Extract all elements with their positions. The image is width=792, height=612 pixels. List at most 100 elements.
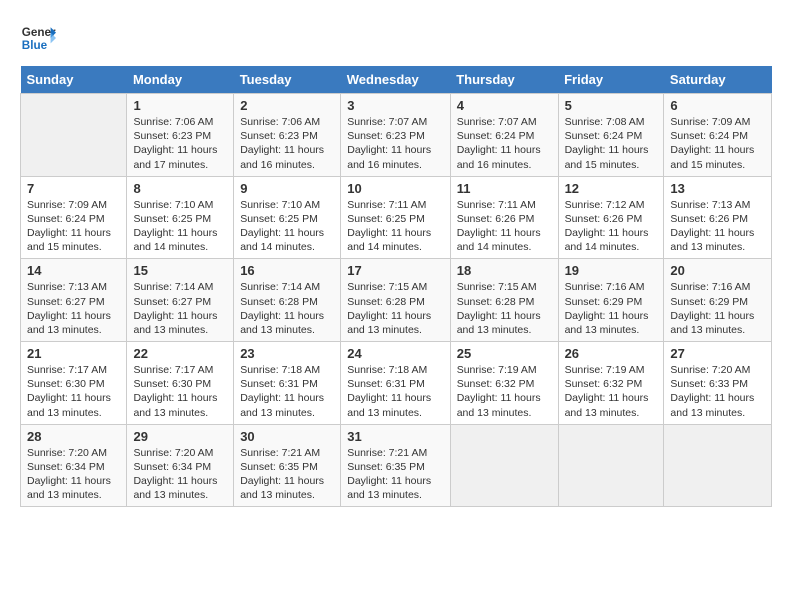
day-info: Sunrise: 7:07 AM Sunset: 6:23 PM Dayligh… (347, 115, 443, 172)
day-info: Sunrise: 7:20 AM Sunset: 6:34 PM Dayligh… (133, 446, 227, 503)
day-info: Sunrise: 7:21 AM Sunset: 6:35 PM Dayligh… (347, 446, 443, 503)
day-info: Sunrise: 7:21 AM Sunset: 6:35 PM Dayligh… (240, 446, 334, 503)
day-info: Sunrise: 7:06 AM Sunset: 6:23 PM Dayligh… (133, 115, 227, 172)
day-number: 11 (457, 181, 552, 196)
header-wednesday: Wednesday (341, 66, 450, 94)
logo: General Blue (20, 20, 60, 56)
calendar-day: 26 Sunrise: 7:19 AM Sunset: 6:32 PM Dayli… (558, 342, 664, 425)
day-number: 3 (347, 98, 443, 113)
calendar-day: 5 Sunrise: 7:08 AM Sunset: 6:24 PM Daylig… (558, 94, 664, 177)
calendar-day: 22Sunrise: 7:17 AM Sunset: 6:30 PM Dayli… (127, 342, 234, 425)
day-info: Sunrise: 7:11 AM Sunset: 6:25 PM Dayligh… (347, 198, 443, 255)
day-info: Sunrise: 7:19 AM Sunset: 6:32 PM Dayligh… (457, 363, 552, 420)
day-number: 5 (565, 98, 658, 113)
calendar-day: 12 Sunrise: 7:12 AM Sunset: 6:26 PM Dayli… (558, 176, 664, 259)
calendar-day: 23 Sunrise: 7:18 AM Sunset: 6:31 PM Dayli… (234, 342, 341, 425)
day-number: 21 (27, 346, 120, 361)
day-info: Sunrise: 7:18 AM Sunset: 6:31 PM Dayligh… (347, 363, 443, 420)
day-number: 24 (347, 346, 443, 361)
day-number: 7 (27, 181, 120, 196)
calendar-day: 25 Sunrise: 7:19 AM Sunset: 6:32 PM Dayli… (450, 342, 558, 425)
header-saturday: Saturday (664, 66, 772, 94)
day-number: 28 (27, 429, 120, 444)
calendar-day: 27 Sunrise: 7:20 AM Sunset: 6:33 PM Dayli… (664, 342, 772, 425)
day-info: Sunrise: 7:08 AM Sunset: 6:24 PM Dayligh… (565, 115, 658, 172)
calendar-day (664, 424, 772, 507)
day-number: 29 (133, 429, 227, 444)
day-info: Sunrise: 7:17 AM Sunset: 6:30 PM Dayligh… (27, 363, 120, 420)
svg-text:Blue: Blue (22, 39, 48, 52)
calendar-day: 16 Sunrise: 7:14 AM Sunset: 6:28 PM Dayli… (234, 259, 341, 342)
day-number: 8 (133, 181, 227, 196)
day-info: Sunrise: 7:15 AM Sunset: 6:28 PM Dayligh… (347, 280, 443, 337)
day-info: Sunrise: 7:12 AM Sunset: 6:26 PM Dayligh… (565, 198, 658, 255)
calendar-week-0: 1Sunrise: 7:06 AM Sunset: 6:23 PM Daylig… (21, 94, 772, 177)
day-info: Sunrise: 7:15 AM Sunset: 6:28 PM Dayligh… (457, 280, 552, 337)
day-number: 26 (565, 346, 658, 361)
calendar-day: 20 Sunrise: 7:16 AM Sunset: 6:29 PM Dayli… (664, 259, 772, 342)
day-info: Sunrise: 7:09 AM Sunset: 6:24 PM Dayligh… (27, 198, 120, 255)
calendar-day: 18Sunrise: 7:15 AM Sunset: 6:28 PM Dayli… (450, 259, 558, 342)
day-info: Sunrise: 7:14 AM Sunset: 6:28 PM Dayligh… (240, 280, 334, 337)
calendar-day: 28 Sunrise: 7:20 AM Sunset: 6:34 PM Dayli… (21, 424, 127, 507)
day-info: Sunrise: 7:17 AM Sunset: 6:30 PM Dayligh… (133, 363, 227, 420)
calendar-day: 24 Sunrise: 7:18 AM Sunset: 6:31 PM Dayli… (341, 342, 450, 425)
day-info: Sunrise: 7:10 AM Sunset: 6:25 PM Dayligh… (240, 198, 334, 255)
header-monday: Monday (127, 66, 234, 94)
day-number: 17 (347, 263, 443, 278)
calendar-day (21, 94, 127, 177)
day-number: 10 (347, 181, 443, 196)
calendar-day (450, 424, 558, 507)
header-tuesday: Tuesday (234, 66, 341, 94)
day-number: 31 (347, 429, 443, 444)
day-info: Sunrise: 7:20 AM Sunset: 6:33 PM Dayligh… (670, 363, 765, 420)
calendar-day: 8 Sunrise: 7:10 AM Sunset: 6:25 PM Daylig… (127, 176, 234, 259)
day-info: Sunrise: 7:11 AM Sunset: 6:26 PM Dayligh… (457, 198, 552, 255)
day-info: Sunrise: 7:09 AM Sunset: 6:24 PM Dayligh… (670, 115, 765, 172)
day-number: 15 (133, 263, 227, 278)
calendar-week-3: 21 Sunrise: 7:17 AM Sunset: 6:30 PM Dayli… (21, 342, 772, 425)
day-number: 16 (240, 263, 334, 278)
day-info: Sunrise: 7:19 AM Sunset: 6:32 PM Dayligh… (565, 363, 658, 420)
day-info: Sunrise: 7:07 AM Sunset: 6:24 PM Dayligh… (457, 115, 552, 172)
day-info: Sunrise: 7:13 AM Sunset: 6:27 PM Dayligh… (27, 280, 120, 337)
calendar-day (558, 424, 664, 507)
calendar-day: 21 Sunrise: 7:17 AM Sunset: 6:30 PM Dayli… (21, 342, 127, 425)
calendar-day: 13Sunrise: 7:13 AM Sunset: 6:26 PM Dayli… (664, 176, 772, 259)
day-info: Sunrise: 7:20 AM Sunset: 6:34 PM Dayligh… (27, 446, 120, 503)
calendar-day: 14 Sunrise: 7:13 AM Sunset: 6:27 PM Dayli… (21, 259, 127, 342)
calendar-day: 4Sunrise: 7:07 AM Sunset: 6:24 PM Daylig… (450, 94, 558, 177)
calendar-day: 30 Sunrise: 7:21 AM Sunset: 6:35 PM Dayli… (234, 424, 341, 507)
day-number: 27 (670, 346, 765, 361)
calendar-table: SundayMondayTuesdayWednesdayThursdayFrid… (20, 66, 772, 507)
calendar-week-2: 14 Sunrise: 7:13 AM Sunset: 6:27 PM Dayli… (21, 259, 772, 342)
calendar-day: 3 Sunrise: 7:07 AM Sunset: 6:23 PM Daylig… (341, 94, 450, 177)
logo-icon: General Blue (20, 20, 56, 56)
calendar-day: 11 Sunrise: 7:11 AM Sunset: 6:26 PM Dayli… (450, 176, 558, 259)
calendar-day: 15 Sunrise: 7:14 AM Sunset: 6:27 PM Dayli… (127, 259, 234, 342)
header-sunday: Sunday (21, 66, 127, 94)
day-info: Sunrise: 7:16 AM Sunset: 6:29 PM Dayligh… (670, 280, 765, 337)
day-number: 23 (240, 346, 334, 361)
calendar-day: 29 Sunrise: 7:20 AM Sunset: 6:34 PM Dayli… (127, 424, 234, 507)
day-number: 25 (457, 346, 552, 361)
calendar-day: 9 Sunrise: 7:10 AM Sunset: 6:25 PM Daylig… (234, 176, 341, 259)
day-info: Sunrise: 7:10 AM Sunset: 6:25 PM Dayligh… (133, 198, 227, 255)
calendar-day: 10 Sunrise: 7:11 AM Sunset: 6:25 PM Dayli… (341, 176, 450, 259)
day-number: 2 (240, 98, 334, 113)
day-number: 14 (27, 263, 120, 278)
day-number: 20 (670, 263, 765, 278)
day-info: Sunrise: 7:14 AM Sunset: 6:27 PM Dayligh… (133, 280, 227, 337)
calendar-week-4: 28 Sunrise: 7:20 AM Sunset: 6:34 PM Dayli… (21, 424, 772, 507)
calendar-day: 17 Sunrise: 7:15 AM Sunset: 6:28 PM Dayli… (341, 259, 450, 342)
day-number: 19 (565, 263, 658, 278)
day-info: Sunrise: 7:18 AM Sunset: 6:31 PM Dayligh… (240, 363, 334, 420)
calendar-day: 19Sunrise: 7:16 AM Sunset: 6:29 PM Dayli… (558, 259, 664, 342)
day-number: 30 (240, 429, 334, 444)
calendar-day: 6 Sunrise: 7:09 AM Sunset: 6:24 PM Daylig… (664, 94, 772, 177)
day-number: 6 (670, 98, 765, 113)
day-number: 9 (240, 181, 334, 196)
page-header: General Blue (20, 20, 772, 56)
calendar-day: 1Sunrise: 7:06 AM Sunset: 6:23 PM Daylig… (127, 94, 234, 177)
day-number: 12 (565, 181, 658, 196)
